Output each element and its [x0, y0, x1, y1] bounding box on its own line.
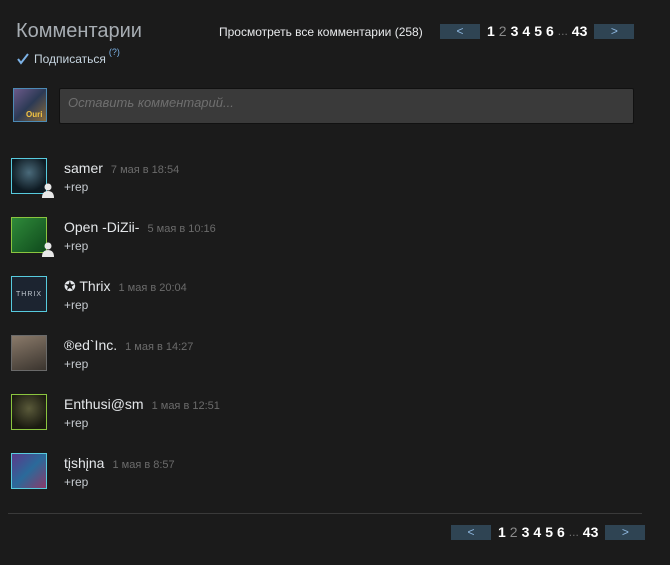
- page-current: 1: [487, 23, 495, 39]
- comment-text: +rep: [64, 239, 89, 253]
- prev-page-button[interactable]: <: [440, 23, 480, 39]
- comment-text: +rep: [64, 298, 89, 312]
- page-current: 1: [498, 524, 506, 540]
- comment-date: 1 мая в 8:57: [112, 459, 175, 471]
- avatar-logo-text: THRIX: [16, 290, 42, 298]
- person-icon: [42, 242, 54, 257]
- page-link[interactable]: 4: [522, 23, 530, 39]
- next-page-button[interactable]: >: [594, 23, 635, 39]
- commenter-avatar[interactable]: THRIX: [11, 276, 47, 312]
- prev-page-button[interactable]: <: [451, 524, 491, 540]
- commenter-avatar[interactable]: [11, 335, 47, 371]
- page-link-last[interactable]: 43: [572, 23, 588, 39]
- page-link[interactable]: 6: [557, 524, 565, 540]
- subscribe-label: Подписаться: [34, 52, 106, 66]
- comment-date: 1 мая в 20:04: [118, 282, 187, 294]
- page-link-last[interactable]: 43: [583, 524, 599, 540]
- divider: [8, 513, 642, 514]
- page-ellipsis: ...: [568, 525, 579, 539]
- avatar-tag: Ouri: [26, 110, 43, 119]
- comment-text: +rep: [64, 416, 89, 430]
- comment-placeholder: Оставить комментарий...: [68, 95, 234, 110]
- pager-top: < 1 2 3 4 5 6 ... 43 >: [440, 23, 635, 39]
- comment-text: +rep: [64, 357, 89, 371]
- page-link[interactable]: 3: [522, 524, 530, 540]
- comments-title: Комментарии: [16, 20, 142, 42]
- commenter-name[interactable]: ✪ Thrix: [64, 278, 110, 294]
- page-link[interactable]: 5: [534, 23, 542, 39]
- comment-date: 7 мая в 18:54: [110, 164, 180, 176]
- commenter-name[interactable]: tįshįna: [64, 455, 104, 471]
- page-ellipsis: ...: [557, 24, 568, 38]
- page-link[interactable]: 3: [511, 23, 519, 39]
- commenter-avatar[interactable]: [11, 453, 47, 489]
- checkmark-icon: [16, 52, 30, 66]
- comment-date: 1 мая в 14:27: [125, 341, 194, 353]
- page-link[interactable]: 2: [510, 524, 518, 540]
- comment-date: 1 мая в 12:51: [151, 400, 220, 412]
- commenter-name[interactable]: Open -DiZii-: [64, 219, 139, 235]
- view-all-comments-link[interactable]: Просмотреть все комментарии (258): [219, 25, 423, 39]
- subscribe-checkbox[interactable]: Подписаться (?): [16, 47, 120, 66]
- page-link[interactable]: 2: [499, 23, 507, 39]
- pager-bottom: < 1 2 3 4 5 6 ... 43 >: [451, 524, 646, 540]
- next-page-button[interactable]: >: [605, 524, 646, 540]
- comment-text: +rep: [64, 475, 89, 489]
- commenter-name[interactable]: ®ed`Inc.: [64, 337, 117, 353]
- commenter-name[interactable]: samer: [64, 160, 103, 176]
- help-link[interactable]: (?): [109, 47, 120, 57]
- comment-input[interactable]: Оставить комментарий...: [59, 88, 634, 124]
- comment-text: +rep: [64, 180, 89, 194]
- page-link[interactable]: 6: [546, 23, 554, 39]
- commenter-avatar[interactable]: [11, 394, 47, 430]
- page-link[interactable]: 5: [545, 524, 553, 540]
- my-avatar[interactable]: Ouri: [13, 88, 47, 122]
- commenter-name[interactable]: Enthusi@sm: [64, 396, 144, 412]
- person-icon: [42, 183, 54, 198]
- comment-date: 5 мая в 10:16: [147, 223, 216, 235]
- page-link[interactable]: 4: [533, 524, 541, 540]
